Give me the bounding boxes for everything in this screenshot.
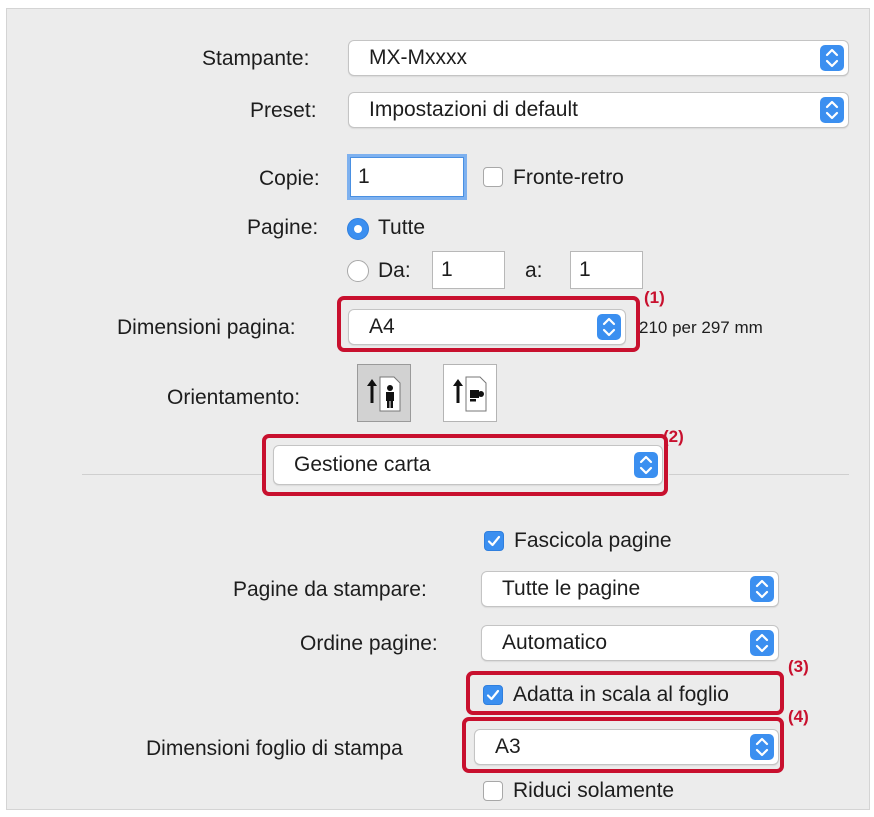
annotation-box-3 — [466, 671, 784, 715]
annotation-label-1: (1) — [644, 288, 665, 307]
preset-popup[interactable]: Impostazioni di default — [348, 92, 849, 128]
pages-to-print-label: Pagine da stampare: — [233, 578, 427, 601]
paper-size-dimensions: 210 per 297 mm — [639, 318, 763, 337]
landscape-icon — [453, 376, 487, 412]
annotation-box-1 — [337, 296, 640, 352]
collate-checkbox[interactable] — [484, 531, 504, 551]
pages-to-input[interactable] — [571, 252, 642, 288]
collate-label: Fascicola pagine — [514, 529, 672, 552]
pages-to-print-popup[interactable]: Tutte le pagine — [481, 571, 779, 607]
portrait-icon — [367, 376, 401, 412]
scale-down-only-checkbox[interactable] — [483, 781, 503, 801]
pages-from-field[interactable] — [432, 251, 505, 289]
section-divider-right — [669, 474, 849, 475]
pages-from-label: Da: — [378, 259, 411, 282]
chevron-updown-icon — [820, 97, 844, 123]
page-order-label: Ordine pagine: — [300, 632, 438, 655]
annotation-label-4: (4) — [788, 707, 809, 726]
pages-to-field[interactable] — [570, 251, 643, 289]
copies-label: Copie: — [259, 167, 320, 190]
section-divider-left — [82, 474, 262, 475]
print-dialog-panel: Stampante: MX-Mxxxx Preset: Impostazioni… — [6, 8, 870, 810]
scale-down-only-label: Riduci solamente — [513, 779, 675, 802]
copies-input[interactable] — [350, 157, 464, 197]
annotation-label-2: (2) — [663, 427, 684, 446]
pages-all-radio[interactable] — [347, 218, 369, 240]
pages-all-label: Tutte — [378, 216, 426, 239]
printer-value: MX-Mxxxx — [369, 46, 467, 69]
pages-range-radio[interactable] — [347, 260, 369, 282]
pages-to-print-value: Tutte le pagine — [502, 577, 641, 600]
annotation-box-4 — [462, 717, 784, 773]
chevron-updown-icon — [750, 630, 774, 656]
duplex-label: Fronte-retro — [513, 166, 624, 189]
chevron-updown-icon — [820, 45, 844, 71]
paper-size-label: Dimensioni pagina: — [117, 316, 296, 339]
pages-to-label: a: — [525, 259, 543, 282]
landscape-orientation-button[interactable] — [443, 364, 497, 422]
copies-field[interactable] — [347, 154, 467, 200]
preset-value: Impostazioni di default — [369, 98, 578, 121]
page-order-value: Automatico — [502, 631, 608, 654]
annotation-label-3: (3) — [788, 657, 809, 676]
printer-label: Stampante: — [202, 47, 310, 70]
orientation-label: Orientamento: — [167, 386, 301, 409]
duplex-checkbox[interactable] — [483, 167, 503, 187]
page-order-popup[interactable]: Automatico — [481, 625, 779, 661]
preset-label: Preset: — [250, 99, 317, 122]
printer-popup[interactable]: MX-Mxxxx — [348, 40, 849, 76]
pages-label: Pagine: — [247, 216, 319, 239]
chevron-updown-icon — [750, 576, 774, 602]
portrait-orientation-button[interactable] — [357, 364, 411, 422]
annotation-box-2 — [262, 434, 668, 496]
pages-from-input[interactable] — [433, 252, 504, 288]
dest-paper-size-label: Dimensioni foglio di stampa — [146, 737, 403, 760]
